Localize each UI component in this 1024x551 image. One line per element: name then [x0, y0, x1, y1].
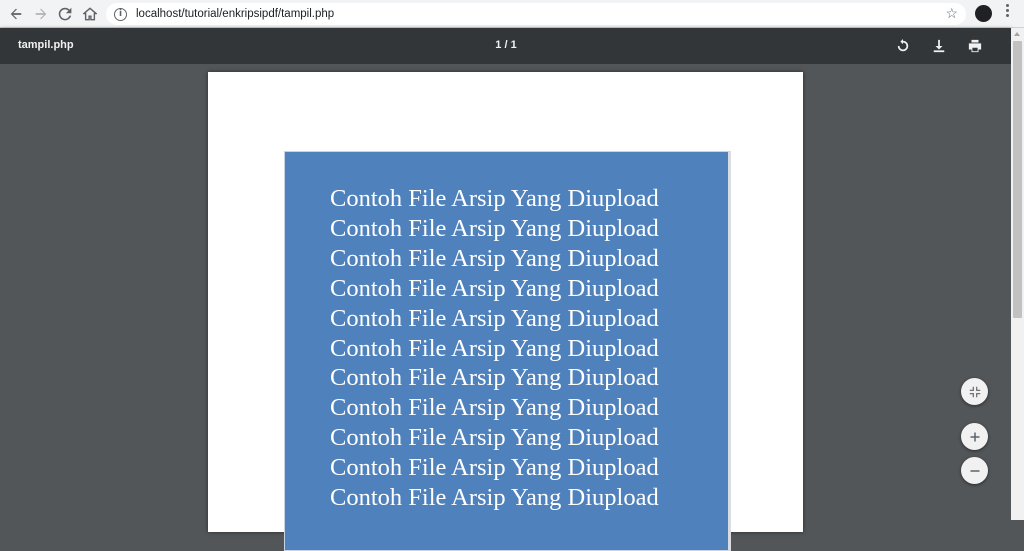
- reload-button[interactable]: [53, 2, 77, 26]
- forward-button[interactable]: [29, 2, 53, 26]
- vertical-scrollbar[interactable]: [1011, 28, 1024, 520]
- scroll-thumb[interactable]: [1013, 41, 1022, 318]
- pdf-viewer-area[interactable]: Contoh File Arsip Yang Diupload Contoh F…: [0, 64, 1011, 551]
- document-line: Contoh File Arsip Yang Diupload: [330, 214, 659, 242]
- document-line: Contoh File Arsip Yang Diupload: [330, 484, 659, 512]
- page-indicator: 1 / 1: [495, 39, 517, 51]
- zoom-out-icon: [970, 469, 979, 472]
- download-button[interactable]: [929, 36, 949, 56]
- document-line: Contoh File Arsip Yang Diupload: [330, 364, 659, 392]
- document-line: Contoh File Arsip Yang Diupload: [330, 185, 659, 212]
- zoom-in-button[interactable]: [961, 423, 988, 450]
- home-icon: [83, 7, 97, 21]
- document-line: Contoh File Arsip Yang Diupload: [330, 244, 659, 272]
- document-line: Contoh File Arsip Yang Diupload: [330, 334, 659, 362]
- back-button[interactable]: [4, 2, 28, 26]
- document-lines: Contoh File Arsip Yang Diupload Contoh F…: [330, 184, 659, 513]
- zoom-in-icon: [970, 432, 979, 441]
- fit-to-page-button[interactable]: [961, 378, 988, 405]
- kebab-menu-icon[interactable]: [1003, 4, 1011, 19]
- document-line: Contoh File Arsip Yang Diupload: [330, 454, 659, 482]
- url-text[interactable]: localhost/tutorial/enkripsipdf/tampil.ph…: [136, 8, 334, 20]
- document-line: Contoh File Arsip Yang Diupload: [330, 424, 659, 452]
- rotate-button[interactable]: [893, 36, 913, 56]
- document-line: Contoh File Arsip Yang Diupload: [330, 274, 659, 302]
- star-icon[interactable]: ☆: [945, 5, 958, 22]
- rotate-icon: [897, 39, 909, 52]
- info-icon[interactable]: i: [114, 7, 127, 21]
- reload-icon: [58, 7, 72, 21]
- home-button[interactable]: [78, 2, 102, 26]
- arrow-right-icon: [35, 8, 47, 20]
- download-icon: [933, 39, 945, 53]
- document-text-box: Contoh File Arsip Yang Diupload Contoh F…: [284, 151, 731, 551]
- browser-toolbar: i localhost/tutorial/enkripsipdf/tampil.…: [0, 0, 1024, 28]
- profile-avatar[interactable]: [975, 5, 992, 22]
- document-line: Contoh File Arsip Yang Diupload: [330, 394, 659, 422]
- fit-to-page-icon: [969, 386, 980, 397]
- print-icon: [968, 39, 982, 53]
- scroll-up-arrow-icon[interactable]: [1014, 32, 1020, 36]
- pdf-page: Contoh File Arsip Yang Diupload Contoh F…: [208, 72, 803, 551]
- pdf-title: tampil.php: [18, 39, 74, 51]
- arrow-left-icon: [10, 8, 22, 20]
- print-button[interactable]: [965, 36, 985, 56]
- pdf-toolbar: tampil.php 1 / 1: [0, 28, 1011, 64]
- zoom-out-button[interactable]: [961, 457, 988, 484]
- address-bar[interactable]: i localhost/tutorial/enkripsipdf/tampil.…: [106, 3, 966, 25]
- document-line: Contoh File Arsip Yang Diupload: [330, 304, 659, 332]
